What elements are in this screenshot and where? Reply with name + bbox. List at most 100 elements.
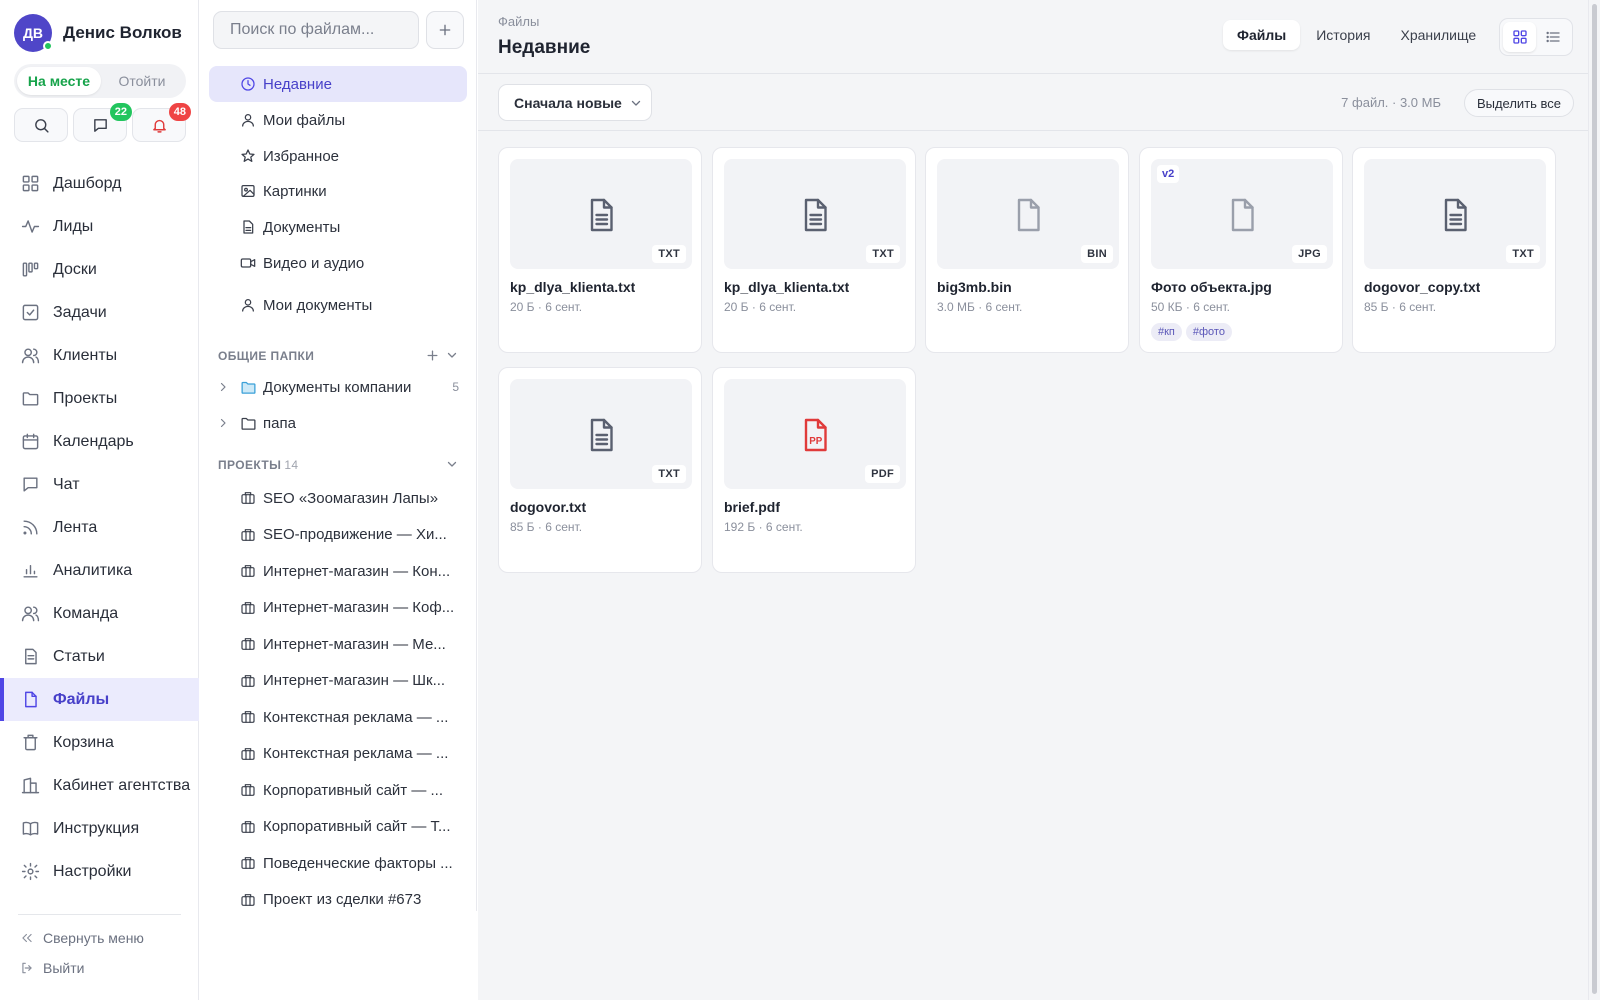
nav-item-rss[interactable]: Лента: [0, 506, 199, 549]
add-file-button[interactable]: [426, 11, 464, 49]
nav-item-calendar[interactable]: Календарь: [0, 420, 199, 463]
nav-item-grid[interactable]: Дашборд: [0, 162, 199, 205]
project-item[interactable]: Интернет-магазин — Ме...: [209, 626, 467, 662]
page-title: Недавние: [498, 37, 591, 58]
file-thumbnail[interactable]: TXT: [724, 159, 906, 269]
file-name: big3mb.bin: [937, 279, 1012, 295]
tab-history[interactable]: История: [1302, 20, 1384, 50]
file-card[interactable]: PP PDF brief.pdf 192 Б · 6 сент.: [712, 367, 916, 573]
kanban-icon: [22, 262, 39, 277]
file-card[interactable]: JPG v2 Фото объекта.jpg 50 КБ · 6 сент. #кп #…: [1139, 147, 1343, 353]
nav-item-folder[interactable]: Проекты: [0, 377, 199, 420]
sort-dropdown[interactable]: Сначала новые: [498, 84, 652, 121]
file-thumbnail[interactable]: TXT: [510, 379, 692, 489]
file-meta: 20 Б · 6 сент.: [724, 300, 797, 314]
shared-folder-label: Документы компании: [263, 378, 412, 396]
view-switcher: [1499, 18, 1573, 56]
add-folder-icon[interactable]: [426, 349, 439, 362]
project-item[interactable]: Контекстная реклама — ...: [209, 736, 467, 772]
nav-item-label: Статьи: [53, 647, 105, 665]
file-meta: 85 Б · 6 сент.: [510, 520, 583, 534]
file-thumbnail[interactable]: TXT: [1364, 159, 1546, 269]
projects-heading: ПРОЕКТЫ 14: [218, 458, 298, 472]
file-card[interactable]: TXT kp_dlya_klienta.txt 20 Б · 6 сент.: [498, 147, 702, 353]
file-card[interactable]: TXT dogovor.txt 85 Б · 6 сент.: [498, 367, 702, 573]
project-item[interactable]: SEO-продвижение — Хи...: [209, 517, 467, 553]
grid-view-button[interactable]: [1503, 22, 1536, 52]
folder-item-document[interactable]: Документы: [209, 209, 467, 245]
scrollbar[interactable]: [1588, 0, 1600, 1000]
folder-item-star[interactable]: Избранное: [209, 138, 467, 174]
nav-item-file[interactable]: Файлы: [0, 678, 199, 721]
shared-folder-item[interactable]: папа: [209, 405, 467, 441]
project-item[interactable]: Поведенческие факторы ...: [209, 845, 467, 881]
project-item[interactable]: Контекстная реклама — ...: [209, 699, 467, 735]
tag-chip[interactable]: #кп: [1151, 323, 1182, 341]
select-all-button[interactable]: Выделить все: [1464, 89, 1574, 117]
file-meta: 20 Б · 6 сент.: [510, 300, 583, 314]
list-view-button[interactable]: [1536, 22, 1569, 52]
nav-item-building[interactable]: Кабинет агентства: [0, 764, 199, 807]
folder-item-clock[interactable]: Недавние: [209, 66, 467, 102]
folder-item-image[interactable]: Картинки: [209, 173, 467, 209]
file-thumbnail[interactable]: TXT: [510, 159, 692, 269]
file-tags: #кп #фото: [1151, 323, 1236, 341]
chevron-down-icon[interactable]: [446, 349, 458, 361]
project-item[interactable]: Интернет-магазин — Коф...: [209, 590, 467, 626]
file-card[interactable]: TXT kp_dlya_klienta.txt 20 Б · 6 сент.: [712, 147, 916, 353]
avatar[interactable]: ДВ: [14, 14, 53, 52]
folder-item-user[interactable]: Мои файлы: [209, 102, 467, 138]
project-item[interactable]: SEO «Зоомагазин Лапы»: [209, 480, 467, 516]
user-profile[interactable]: ДВ Денис Волков: [14, 14, 182, 52]
file-card[interactable]: TXT dogovor_copy.txt 85 Б · 6 сент.: [1352, 147, 1556, 353]
nav-item-trash[interactable]: Корзина: [0, 721, 199, 764]
nav-item-checkbox[interactable]: Задачи: [0, 291, 199, 334]
presence-away-button[interactable]: Отойти: [101, 67, 183, 95]
nav-item-users[interactable]: Клиенты: [0, 334, 199, 377]
messages-button[interactable]: 22: [73, 103, 132, 142]
project-item[interactable]: Интернет-магазин — Кон...: [209, 553, 467, 589]
nav-item-article[interactable]: Статьи: [0, 635, 199, 678]
tab-storage[interactable]: Хранилище: [1387, 20, 1491, 50]
briefcase-icon: [241, 893, 255, 906]
project-item[interactable]: Интернет-магазин — Шк...: [209, 663, 467, 699]
nav-item-label: Лиды: [53, 217, 94, 235]
file-thumbnail[interactable]: PP PDF: [724, 379, 906, 489]
breadcrumb[interactable]: Файлы: [498, 14, 539, 29]
collapse-menu-button[interactable]: Свернуть меню: [20, 930, 144, 946]
projects-title: ПРОЕКТЫ: [218, 458, 282, 472]
search-button[interactable]: [14, 108, 68, 142]
tag-chip[interactable]: #фото: [1185, 323, 1232, 341]
folder-item-my-documents[interactable]: Мои документы: [209, 287, 467, 323]
folder-item-video[interactable]: Видео и аудио: [209, 245, 467, 281]
shared-folder-item[interactable]: Документы компании 5: [209, 369, 467, 405]
file-name: Фото объекта.jpg: [1151, 279, 1272, 295]
nav-item-team[interactable]: Команда: [0, 592, 199, 635]
chevron-down-icon[interactable]: [446, 458, 458, 470]
nav-item-kanban[interactable]: Доски: [0, 248, 199, 291]
file-thumbnail[interactable]: JPG v2: [1151, 159, 1333, 269]
file-type-badge: JPG: [1292, 245, 1327, 263]
nav-item-chat[interactable]: Чат: [0, 463, 199, 506]
scrollbar-thumb[interactable]: [1592, 4, 1597, 994]
notifications-button[interactable]: 48: [132, 103, 191, 142]
file-search-input[interactable]: [213, 11, 419, 49]
nav-item-label: Лента: [53, 518, 98, 536]
project-item[interactable]: Корпоративный сайт — ...: [209, 772, 467, 808]
presence-available-button[interactable]: На месте: [17, 67, 101, 95]
trash-icon: [23, 734, 38, 751]
briefcase-icon: [241, 784, 255, 796]
file-thumbnail[interactable]: BIN: [937, 159, 1119, 269]
project-item[interactable]: Корпоративный сайт — Т...: [209, 809, 467, 845]
nav-item-activity[interactable]: Лиды: [0, 205, 199, 248]
presence-toggle: На месте Отойти: [14, 64, 186, 98]
file-type-badge: TXT: [1506, 245, 1540, 263]
logout-button[interactable]: Выйти: [20, 960, 84, 976]
nav-item-gear[interactable]: Настройки: [0, 850, 199, 893]
briefcase-icon: [241, 492, 255, 504]
file-card[interactable]: BIN big3mb.bin 3.0 МБ · 6 сент.: [925, 147, 1129, 353]
nav-item-bar-chart[interactable]: Аналитика: [0, 549, 199, 592]
nav-item-book[interactable]: Инструкция: [0, 807, 199, 850]
project-item[interactable]: Проект из сделки #673: [209, 882, 467, 912]
tab-files[interactable]: Файлы: [1223, 20, 1301, 50]
